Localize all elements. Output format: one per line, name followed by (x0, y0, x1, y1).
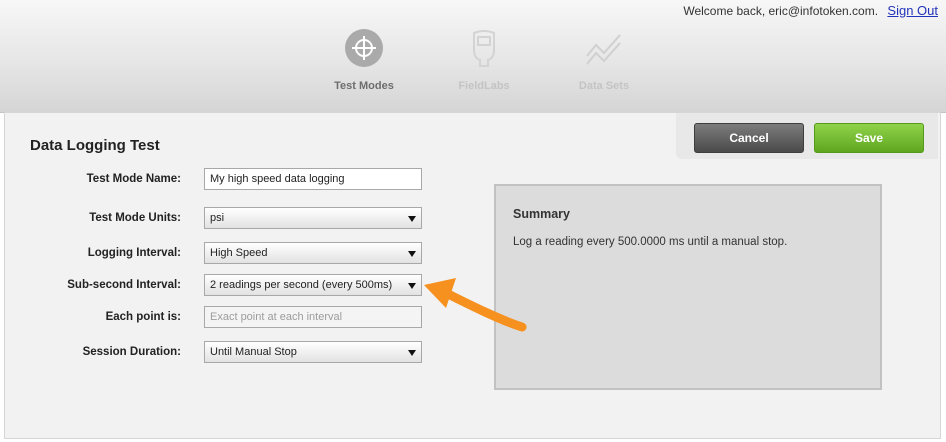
sign-out-link[interactable]: Sign Out (887, 3, 938, 18)
nav-label-fieldlabs: FieldLabs (458, 80, 510, 92)
user-welcome: Welcome back, eric@infotoken.com. Sign O… (683, 3, 938, 18)
nav-fieldlabs[interactable]: FieldLabs (439, 28, 529, 92)
sub-second-interval-row: Sub-second Interval: 2 readings per seco… (5, 274, 425, 298)
crosshair-icon (345, 29, 383, 67)
top-header: Welcome back, eric@infotoken.com. Sign O… (0, 0, 946, 113)
nav-label-data-sets: Data Sets (578, 80, 630, 92)
sub-second-interval-label: Sub-second Interval: (67, 279, 181, 291)
sub-second-interval-select[interactable]: 2 readings per second (every 500ms) (204, 274, 422, 296)
session-duration-select[interactable]: Until Manual Stop (204, 341, 422, 363)
each-point-row: Each point is: Exact point at each inter… (5, 306, 425, 330)
nav-label-test-modes: Test Modes (334, 80, 394, 92)
each-point-select-disabled: Exact point at each interval (204, 306, 422, 328)
test-mode-name-input[interactable]: My high speed data logging (204, 168, 422, 190)
nav-data-sets[interactable]: Data Sets (559, 28, 649, 92)
nav-test-modes[interactable]: Test Modes (319, 28, 409, 92)
dropdown-arrow-icon (408, 350, 416, 356)
test-mode-name-row: Test Mode Name: My high speed data loggi… (5, 168, 425, 192)
session-duration-label: Session Duration: (82, 346, 181, 358)
logging-interval-select[interactable]: High Speed (204, 242, 422, 264)
page-title: Data Logging Test (30, 137, 160, 154)
summary-box: Summary Log a reading every 500.0000 ms … (494, 184, 882, 390)
logging-interval-label: Logging Interval: (87, 247, 181, 259)
save-button[interactable]: Save (814, 123, 924, 153)
dropdown-arrow-icon (408, 216, 416, 222)
each-point-label: Each point is: (105, 311, 181, 323)
test-mode-units-value: psi (210, 212, 225, 224)
each-point-value: Exact point at each interval (210, 311, 343, 323)
test-mode-name-label: Test Mode Name: (86, 173, 181, 185)
test-mode-form-panel: Data Logging Test Cancel Save Test Mode … (4, 112, 941, 439)
dropdown-arrow-icon (408, 283, 416, 289)
test-mode-units-select[interactable]: psi (204, 207, 422, 229)
dropdown-arrow-icon (408, 251, 416, 257)
logging-interval-row: Logging Interval: High Speed (5, 242, 425, 266)
sub-second-interval-value: 2 readings per second (every 500ms) (210, 279, 393, 291)
cancel-button[interactable]: Cancel (694, 123, 804, 153)
session-duration-value: Until Manual Stop (210, 346, 297, 358)
action-bar: Cancel Save (676, 113, 938, 159)
line-graph-icon (586, 34, 621, 65)
session-duration-row: Session Duration: Until Manual Stop (5, 341, 425, 365)
welcome-text: Welcome back, eric@infotoken.com. (683, 4, 879, 18)
fieldlab-device-icon (473, 30, 495, 67)
summary-text: Log a reading every 500.0000 ms until a … (513, 236, 788, 248)
test-mode-units-label: Test Mode Units: (89, 212, 181, 224)
test-mode-units-row: Test Mode Units: psi (5, 207, 425, 231)
summary-title: Summary (513, 207, 570, 221)
logging-interval-value: High Speed (210, 247, 268, 259)
